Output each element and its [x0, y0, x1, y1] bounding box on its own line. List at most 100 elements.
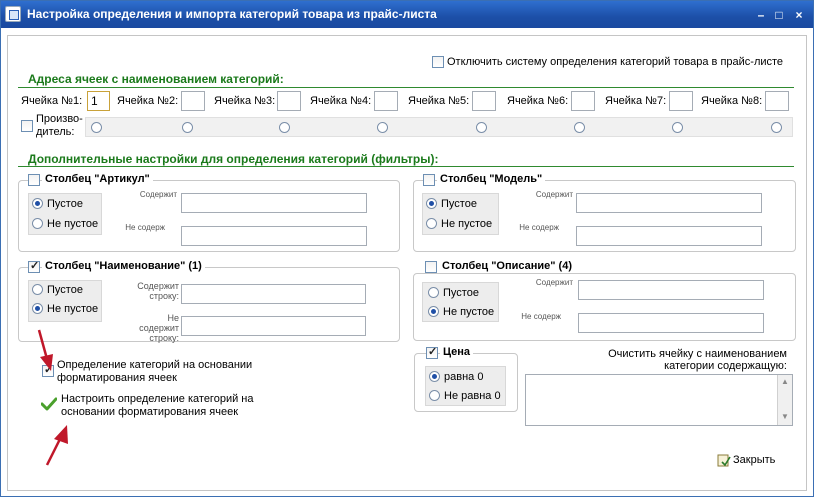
manufacturer-cell-5-radio[interactable]	[476, 122, 487, 133]
model-title: Столбец "Модель"	[437, 173, 546, 185]
name-not-contains-label-l3: строку:	[149, 333, 179, 343]
model-not-empty-radio[interactable]	[426, 218, 437, 229]
manufacturer-checkbox[interactable]	[21, 120, 33, 132]
title-bar[interactable]: Настройка определения и импорта категори…	[1, 1, 813, 28]
model-not-contains-input[interactable]	[576, 226, 762, 246]
cell-5-label: Ячейка №5:	[408, 95, 470, 107]
close-button-label: Закрыть	[733, 454, 776, 466]
article-empty-radio[interactable]	[32, 198, 43, 209]
maximize-icon[interactable]: □	[771, 9, 787, 21]
format-detection-label-l1: Определение категорий на основании	[57, 359, 253, 371]
manufacturer-cell-4-radio[interactable]	[377, 122, 388, 133]
article-empty-label: Пустое	[47, 198, 83, 210]
model-contains-input[interactable]	[576, 193, 762, 213]
name-contains-label-l2: строку:	[149, 291, 179, 301]
cell-7-label: Ячейка №7:	[605, 95, 667, 107]
configure-link-l2[interactable]: основании форматирования ячеек	[61, 406, 238, 419]
name-empty-label: Пустое	[47, 284, 83, 296]
model-empty-radio[interactable]	[426, 198, 437, 209]
description-checkbox[interactable]	[425, 261, 437, 273]
scroll-up-icon[interactable]: ▲	[781, 377, 789, 386]
close-icon[interactable]: ×	[791, 9, 807, 21]
clear-cell-scrollbar[interactable]: ▲ ▼	[777, 375, 792, 425]
description-empty-radio[interactable]	[428, 287, 439, 298]
cell-1-input[interactable]: 1	[87, 91, 110, 111]
price-nonzero-radio[interactable]	[429, 390, 440, 401]
article-checkbox[interactable]	[28, 174, 40, 186]
price-title: Цена	[440, 346, 474, 358]
minimize-icon[interactable]: –	[753, 9, 769, 21]
cell-3-label: Ячейка №3:	[214, 95, 276, 107]
checkmark-icon	[40, 397, 58, 411]
name-contains-input[interactable]	[181, 284, 366, 304]
cell-6-label: Ячейка №6:	[507, 95, 569, 107]
name-not-empty-label: Не пустое	[47, 303, 99, 315]
filters-heading: Дополнительные настройки для определения…	[28, 152, 439, 166]
manufacturer-cell-6-radio[interactable]	[574, 122, 585, 133]
price-checkbox[interactable]	[426, 345, 438, 359]
manufacturer-cell-8-radio[interactable]	[771, 122, 782, 133]
clear-cell-textarea[interactable]	[525, 374, 793, 426]
model-not-empty-label: Не пустое	[441, 218, 493, 230]
disable-system-label: Отключить систему определения категорий …	[447, 56, 784, 68]
manufacturer-label-line1: Произво-	[36, 113, 83, 125]
price-zero-radio[interactable]	[429, 371, 440, 382]
cell-1-label: Ячейка №1:	[21, 95, 83, 107]
name-title: Столбец "Наименование" (1)	[42, 260, 205, 272]
filters-divider	[18, 166, 794, 167]
cell-4-label: Ячейка №4:	[310, 95, 372, 107]
format-detection-label-l2: форматирования ячеек	[57, 372, 177, 384]
red-arrow-up-icon	[43, 423, 73, 467]
article-not-contains-input[interactable]	[181, 226, 367, 246]
name-empty-radio[interactable]	[32, 284, 43, 295]
article-contains-input[interactable]	[181, 193, 367, 213]
manufacturer-cell-2-radio[interactable]	[182, 122, 193, 133]
cell-8-label: Ячейка №8:	[701, 95, 763, 107]
name-checkbox[interactable]	[28, 259, 40, 273]
cell-5-input[interactable]	[472, 91, 496, 111]
cell-7-input[interactable]	[669, 91, 693, 111]
name-not-contains-label-l2: содержит	[139, 323, 179, 333]
close-button[interactable]: Закрыть	[717, 452, 783, 470]
dialog-window: Настройка определения и импорта категори…	[0, 0, 814, 497]
manufacturer-cell-3-radio[interactable]	[279, 122, 290, 133]
description-not-contains-input[interactable]	[578, 313, 764, 333]
clear-cell-label-l1: Очистить ячейку с наименованием	[608, 348, 787, 360]
name-not-contains-label-l1: Не	[167, 313, 179, 323]
red-arrow-down-icon	[35, 327, 57, 377]
manufacturer-label-line2: дитель:	[36, 126, 75, 138]
price-nonzero-label: Не равна 0	[444, 390, 501, 402]
cells-divider	[18, 87, 794, 88]
cell-3-input[interactable]	[277, 91, 301, 111]
description-contains-input[interactable]	[578, 280, 764, 300]
disable-system-checkbox[interactable]	[432, 56, 444, 68]
model-checkbox[interactable]	[423, 174, 435, 186]
app-icon	[5, 6, 21, 22]
description-empty-label: Пустое	[443, 287, 479, 299]
model-contains-label: Содержит	[535, 190, 573, 199]
name-contains-label-l1: Содержит	[137, 281, 179, 291]
close-button-icon	[717, 453, 731, 467]
description-contains-label: Содержит	[535, 278, 573, 287]
manufacturer-cell-7-radio[interactable]	[672, 122, 683, 133]
cell-4-input[interactable]	[374, 91, 398, 111]
cells-heading: Адреса ячеек с наименованием категорий:	[28, 72, 284, 86]
name-not-empty-radio[interactable]	[32, 303, 43, 314]
article-title: Столбец "Артикул"	[42, 173, 153, 185]
window-title: Настройка определения и импорта категори…	[27, 7, 437, 21]
cell-8-input[interactable]	[765, 91, 789, 111]
manufacturer-cell-1-radio[interactable]	[91, 122, 102, 133]
configure-link-l1[interactable]: Настроить определение категорий на	[61, 393, 253, 406]
article-not-empty-radio[interactable]	[32, 218, 43, 229]
article-contains-label: Содержит	[139, 190, 177, 199]
description-title: Столбец "Описание" (4)	[439, 260, 575, 272]
description-not-empty-radio[interactable]	[428, 306, 439, 317]
model-not-contains-label: Не содерж	[519, 223, 559, 232]
clear-cell-label-l2: категории содержащую:	[664, 360, 787, 372]
price-zero-label: равна 0	[444, 371, 484, 383]
cell-6-input[interactable]	[571, 91, 595, 111]
description-not-contains-label: Не содерж	[521, 312, 561, 321]
name-not-contains-input[interactable]	[181, 316, 366, 336]
scroll-down-icon[interactable]: ▼	[781, 412, 789, 421]
cell-2-input[interactable]	[181, 91, 205, 111]
